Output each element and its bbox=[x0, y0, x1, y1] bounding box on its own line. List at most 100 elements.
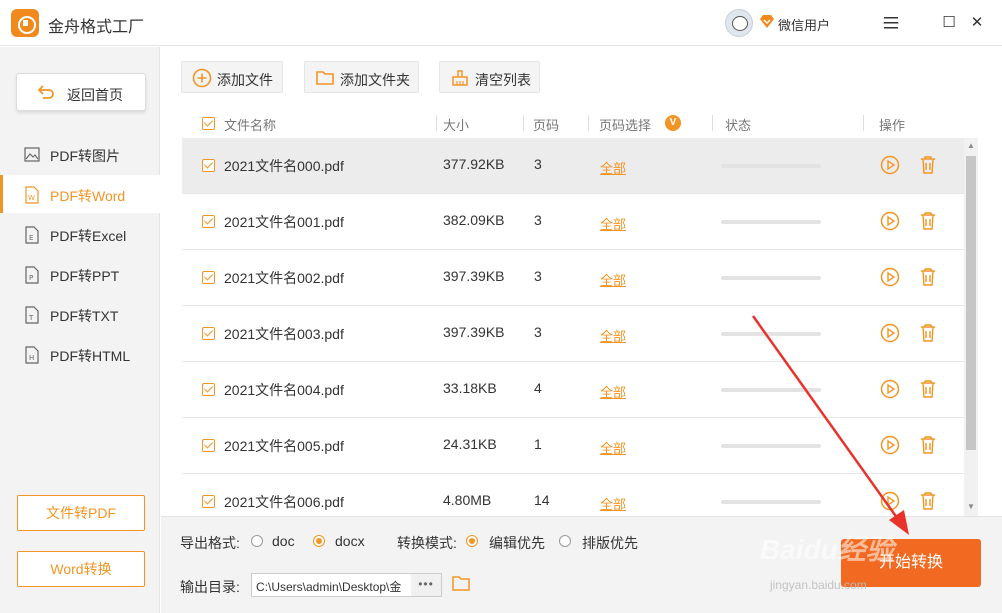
back-home-button[interactable]: 返回首页 bbox=[16, 73, 146, 111]
browse-more-button[interactable]: ••• bbox=[411, 574, 441, 596]
page-range-link[interactable]: 全部 bbox=[600, 382, 626, 401]
user-avatar[interactable] bbox=[725, 9, 753, 37]
table-row[interactable]: 2021文件名006.pdf 4.80MB 14 全部 bbox=[182, 474, 964, 516]
scrollbar-thumb[interactable] bbox=[966, 156, 976, 450]
play-icon[interactable] bbox=[880, 323, 900, 343]
vip-diamond-icon bbox=[760, 15, 774, 28]
page-range-link[interactable]: 全部 bbox=[600, 270, 626, 289]
status-progress-bar bbox=[721, 332, 821, 336]
play-icon[interactable] bbox=[880, 211, 900, 231]
file-size: 33.18KB bbox=[443, 380, 497, 396]
range-all-toggle[interactable]: V bbox=[665, 115, 681, 131]
back-arrow-icon bbox=[37, 85, 54, 99]
delete-icon[interactable] bbox=[919, 435, 937, 455]
add-folder-button[interactable]: 添加文件夹 bbox=[304, 61, 419, 93]
status-progress-bar bbox=[721, 444, 821, 448]
maximize-button[interactable]: ☐ bbox=[938, 12, 960, 34]
row-checkbox[interactable] bbox=[202, 439, 215, 452]
row-checkbox[interactable] bbox=[202, 271, 215, 284]
play-icon[interactable] bbox=[880, 379, 900, 399]
play-icon[interactable] bbox=[880, 491, 900, 511]
svg-text:P: P bbox=[29, 274, 33, 282]
file-size: 382.09KB bbox=[443, 212, 505, 228]
table-row[interactable]: 2021文件名005.pdf 24.31KB 1 全部 bbox=[182, 418, 964, 474]
page-count: 3 bbox=[534, 324, 542, 340]
file-size: 4.80MB bbox=[443, 492, 492, 508]
row-checkbox[interactable] bbox=[202, 215, 215, 228]
table-row[interactable]: 2021文件名001.pdf 382.09KB 3 全部 bbox=[182, 194, 964, 250]
row-checkbox[interactable] bbox=[202, 159, 215, 172]
sidebar-item-pdf-to-txt[interactable]: T PDF转TXT bbox=[0, 295, 160, 333]
row-checkbox[interactable] bbox=[202, 495, 215, 508]
format-doc-radio[interactable] bbox=[251, 535, 263, 547]
column-divider bbox=[523, 115, 524, 131]
column-divider bbox=[588, 115, 589, 131]
sidebar-item-pdf-to-ppt[interactable]: P PDF转PPT bbox=[0, 255, 160, 293]
page-range-link[interactable]: 全部 bbox=[600, 214, 626, 233]
back-home-label: 返回首页 bbox=[67, 87, 123, 103]
file-name: 2021文件名004.pdf bbox=[224, 382, 344, 398]
user-name[interactable]: 微信用户 bbox=[778, 15, 830, 34]
table-row[interactable]: 2021文件名002.pdf 397.39KB 3 全部 bbox=[182, 250, 964, 306]
sidebar-item-pdf-to-excel[interactable]: E PDF转Excel bbox=[0, 215, 160, 253]
column-size-header: 大小 bbox=[443, 118, 470, 133]
page-count: 3 bbox=[534, 212, 542, 228]
mode-edit-first-label[interactable]: 编辑优先 bbox=[489, 533, 545, 553]
image-file-icon bbox=[24, 147, 40, 162]
add-file-button[interactable]: 添加文件 bbox=[181, 61, 283, 93]
page-range-link[interactable]: 全部 bbox=[600, 438, 626, 457]
scroll-down-icon[interactable]: ▼ bbox=[966, 502, 976, 512]
menu-icon[interactable] bbox=[884, 17, 898, 29]
open-folder-icon[interactable] bbox=[452, 575, 470, 591]
table-row[interactable]: 2021文件名003.pdf 397.39KB 3 全部 bbox=[182, 306, 964, 362]
add-circle-icon bbox=[192, 68, 212, 88]
txt-file-icon: T bbox=[25, 306, 39, 324]
delete-icon[interactable] bbox=[919, 323, 937, 343]
format-docx-radio[interactable] bbox=[313, 535, 325, 547]
status-progress-bar bbox=[721, 164, 821, 168]
file-name: 2021文件名000.pdf bbox=[224, 158, 344, 174]
file-to-pdf-button[interactable]: 文件转PDF bbox=[17, 495, 145, 531]
status-progress-bar bbox=[721, 276, 821, 280]
file-size: 377.92KB bbox=[443, 156, 505, 172]
output-dir-label: 输出目录: bbox=[180, 579, 240, 595]
watermark-url: jingyan.baidu.com bbox=[770, 578, 867, 592]
sidebar-item-label: PDF转HTML bbox=[50, 348, 131, 364]
delete-icon[interactable] bbox=[919, 379, 937, 399]
format-docx-label[interactable]: docx bbox=[335, 533, 365, 549]
table-row[interactable]: 2021文件名004.pdf 33.18KB 4 全部 bbox=[182, 362, 964, 418]
delete-icon[interactable] bbox=[919, 267, 937, 287]
mode-layout-first-radio[interactable] bbox=[559, 535, 571, 547]
clear-list-button[interactable]: 清空列表 bbox=[439, 61, 540, 93]
page-range-link[interactable]: 全部 bbox=[600, 158, 626, 177]
column-pages-header: 页码 bbox=[533, 118, 560, 133]
status-progress-bar bbox=[721, 220, 821, 224]
file-size: 397.39KB bbox=[443, 324, 505, 340]
format-doc-label[interactable]: doc bbox=[272, 533, 295, 549]
page-range-link[interactable]: 全部 bbox=[600, 326, 626, 345]
row-checkbox[interactable] bbox=[202, 327, 215, 340]
mode-layout-first-label[interactable]: 排版优先 bbox=[582, 533, 638, 553]
play-icon[interactable] bbox=[880, 155, 900, 175]
sidebar-item-pdf-to-html[interactable]: H PDF转HTML bbox=[0, 335, 160, 373]
delete-icon[interactable] bbox=[919, 211, 937, 231]
row-checkbox[interactable] bbox=[202, 383, 215, 396]
watermark-logo: Baidu经验 bbox=[760, 534, 894, 565]
file-table-header: 文件名称 大小 页码 页码选择 V 状态 操作 bbox=[182, 110, 964, 138]
word-convert-button[interactable]: Word转换 bbox=[17, 551, 145, 587]
sidebar-item-pdf-to-image[interactable]: PDF转图片 bbox=[0, 135, 160, 173]
select-all-checkbox[interactable] bbox=[202, 117, 215, 130]
sidebar-item-pdf-to-word[interactable]: W PDF转Word bbox=[0, 175, 160, 213]
mode-edit-first-radio[interactable] bbox=[466, 535, 478, 547]
excel-file-icon: E bbox=[25, 226, 39, 244]
scroll-up-icon[interactable]: ▲ bbox=[966, 141, 976, 151]
file-name: 2021文件名002.pdf bbox=[224, 270, 344, 286]
delete-icon[interactable] bbox=[919, 155, 937, 175]
play-icon[interactable] bbox=[880, 267, 900, 287]
table-scrollbar[interactable]: ▲ ▼ bbox=[964, 138, 978, 516]
table-row[interactable]: 2021文件名000.pdf 377.92KB 3 全部 bbox=[182, 138, 964, 194]
close-button[interactable]: ✕ bbox=[966, 12, 988, 34]
page-range-link[interactable]: 全部 bbox=[600, 494, 626, 513]
delete-icon[interactable] bbox=[919, 491, 937, 511]
play-icon[interactable] bbox=[880, 435, 900, 455]
